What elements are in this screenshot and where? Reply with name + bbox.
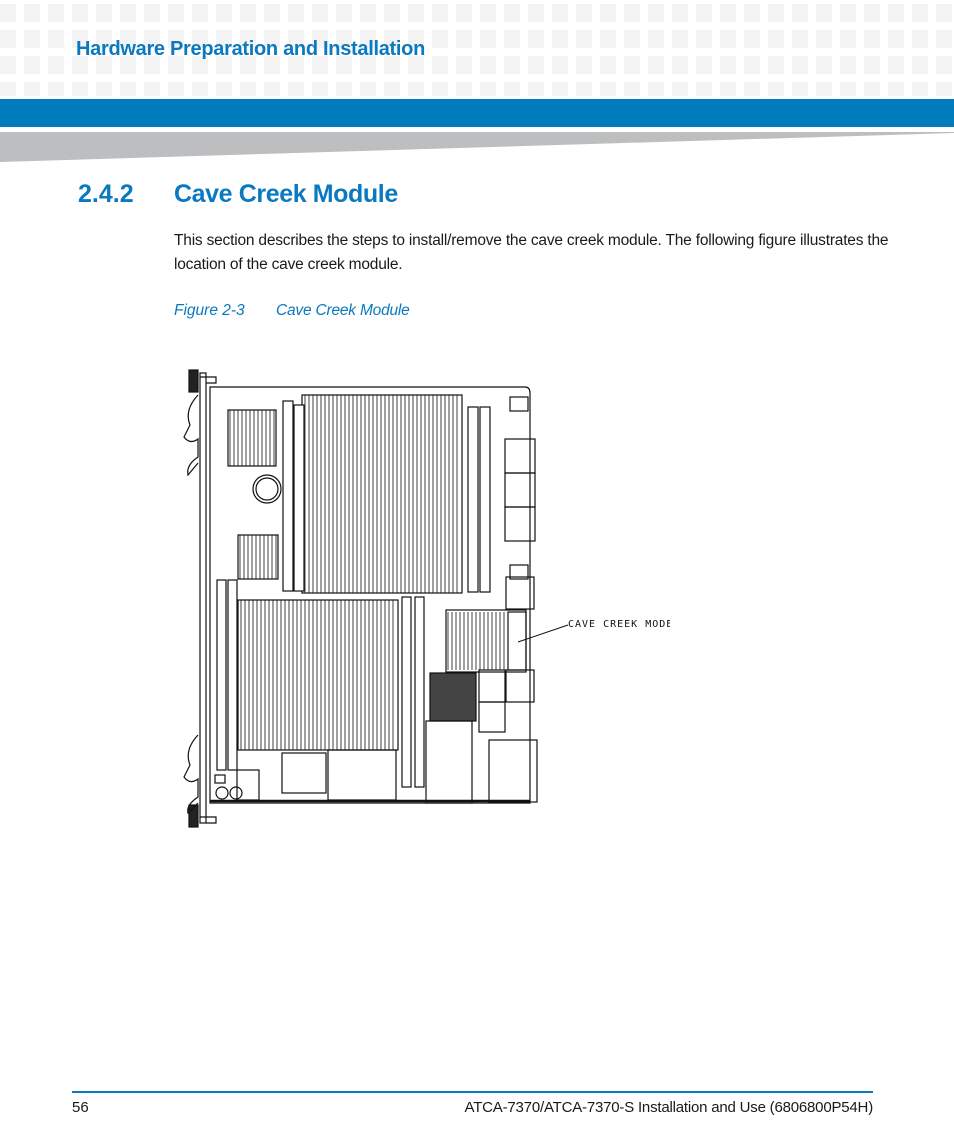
cave-creek-module — [445, 609, 527, 673]
callout-label: CAVE CREEK MODEL — [568, 619, 670, 630]
section-title: Cave Creek Module — [174, 180, 398, 208]
chapter-title: Hardware Preparation and Installation — [76, 38, 425, 60]
document-title: ATCA-7370/ATCA-7370-S Installation and U… — [464, 1099, 874, 1116]
battery — [252, 474, 282, 504]
figure-title: Cave Creek Module — [276, 302, 410, 319]
figure-label: Figure 2-3 — [174, 302, 245, 319]
section-body: This section describes the steps to inst… — [174, 232, 889, 273]
callout: CAVE CREEK MODEL — [517, 619, 670, 643]
page-number: 56 — [72, 1099, 89, 1116]
cpu-heatsink-top — [301, 394, 463, 594]
small-heatsink-1 — [227, 409, 277, 467]
cpu-heatsink-bottom — [237, 599, 399, 751]
board-diagram: CAVE CREEK MODEL — [183, 369, 670, 828]
footer-rule — [72, 1091, 873, 1093]
faceplate — [183, 369, 217, 828]
header-wedge — [0, 132, 954, 162]
lower-ejector-handle — [183, 734, 199, 815]
section-number: 2.4.2 — [78, 180, 134, 208]
upper-ejector-handle — [183, 394, 199, 477]
dark-heatsink — [429, 672, 477, 722]
header-band — [0, 99, 954, 127]
